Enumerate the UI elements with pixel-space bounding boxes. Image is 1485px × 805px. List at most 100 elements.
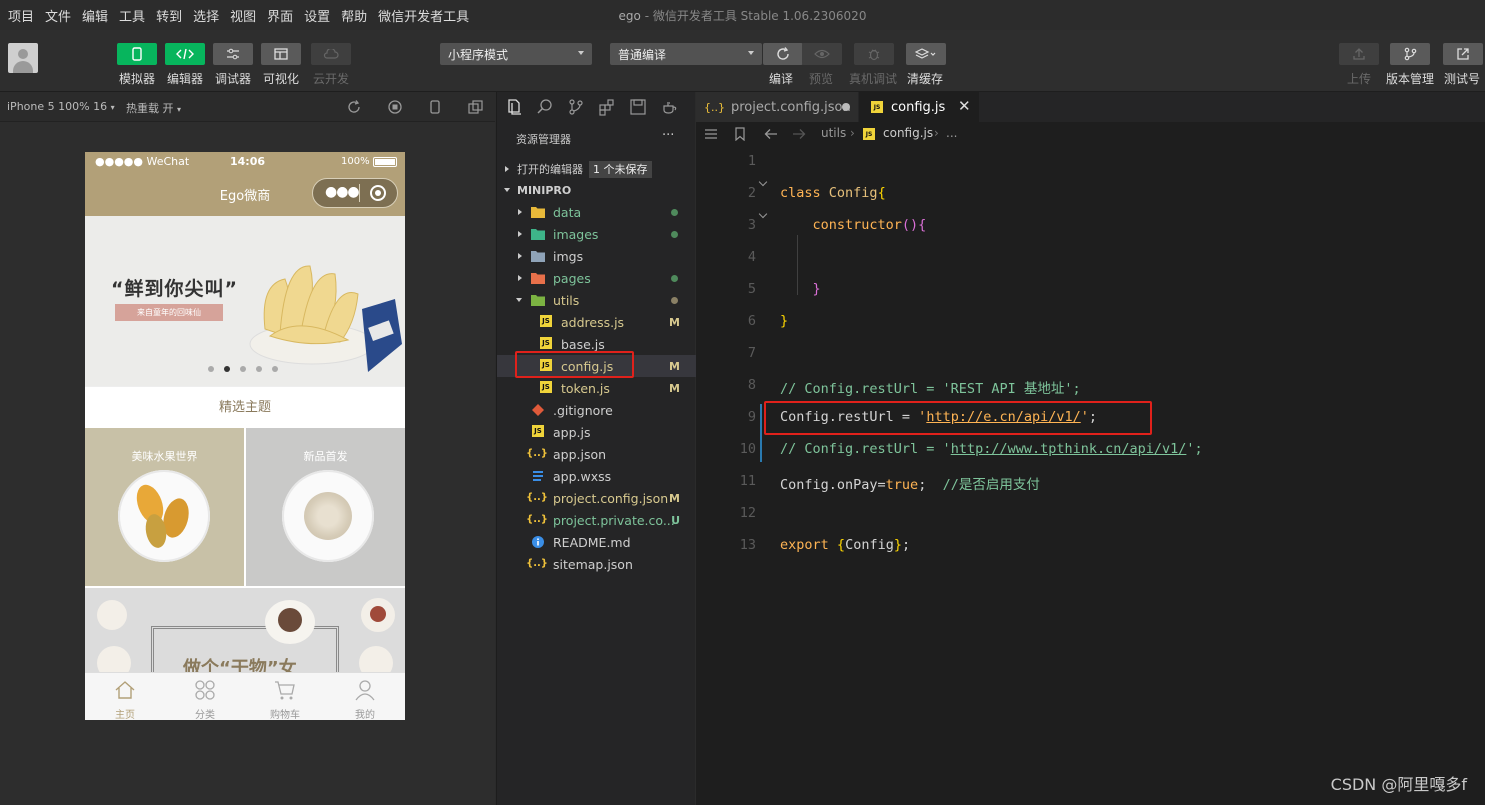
arrow-left-icon[interactable] [764, 128, 778, 140]
tab-config-js[interactable]: JS config.js ✕ [859, 92, 979, 122]
mode-select[interactable]: 小程序模式 [440, 43, 592, 65]
git-status-badge: U [671, 513, 680, 527]
close-mini-program-icon[interactable] [370, 185, 386, 201]
tree-item-label: base.js [561, 336, 605, 352]
tree-item[interactable]: images [497, 223, 696, 245]
fold-chevron-icon[interactable] [758, 209, 768, 219]
git-status-dot [671, 274, 678, 282]
code-line[interactable]: export {Config}; [780, 537, 910, 553]
tree-item-label: data [553, 204, 582, 220]
tree-item[interactable]: utils [497, 289, 696, 311]
simulator-button[interactable] [117, 43, 157, 65]
tab-project-config[interactable]: {..} project.config.json [696, 92, 858, 122]
clear-cache-button[interactable] [906, 43, 946, 65]
tree-item[interactable]: pages [497, 267, 696, 289]
version-button[interactable] [1390, 43, 1430, 65]
tree-item[interactable]: {..} sitemap.json [497, 553, 696, 575]
extensions-icon[interactable] [598, 98, 616, 116]
tree-item[interactable]: JS app.js [497, 421, 696, 443]
tab-category[interactable]: 分类 [165, 673, 245, 720]
code-line[interactable]: // Config.restUrl = 'http://www.tpthink.… [780, 441, 1203, 457]
banner-carousel[interactable]: “鲜到你尖叫” 来自童年的回味仙 [85, 216, 405, 386]
window-title-suffix: - 微信开发者工具 Stable 1.06.2306020 [640, 9, 867, 23]
tree-item[interactable]: {..} project.private.co... U [497, 509, 696, 531]
tab-label: 我的 [355, 710, 375, 720]
tree-item[interactable]: data [497, 201, 696, 223]
phone-icon[interactable] [429, 100, 441, 114]
external-link-icon [1457, 48, 1469, 60]
debugger-button[interactable] [213, 43, 253, 65]
cloud-button[interactable] [311, 43, 351, 65]
tab-label: project.config.json [731, 99, 851, 115]
promo-banner[interactable]: 做个“干物”女 [85, 588, 405, 674]
tree-item[interactable]: app.wxss [497, 465, 696, 487]
code-line[interactable]: } [780, 313, 788, 329]
list-icon[interactable] [704, 128, 718, 140]
capsule-menu[interactable]: ●●● [312, 178, 398, 208]
search-icon[interactable] [536, 98, 554, 116]
open-editors-section[interactable]: 打开的编辑器 1 个未保存 [497, 158, 696, 180]
preview-button[interactable] [802, 43, 842, 65]
tab-profile[interactable]: 我的 [325, 673, 405, 720]
chevron-down-icon: ▾ [110, 103, 115, 112]
clear-cache-label: 清缓存 [907, 72, 944, 86]
chevron-right-icon [518, 209, 522, 215]
window-title: ego - 微信开发者工具 Stable 1.06.2306020 [0, 7, 1485, 24]
code-line[interactable]: // Config.restUrl = 'REST API 基地址'; [780, 377, 1081, 397]
bug-icon [868, 49, 880, 61]
compile-button[interactable] [763, 43, 803, 65]
editor-button[interactable] [165, 43, 205, 65]
theme-card-new[interactable]: 新品首发 [246, 428, 405, 586]
layers-icon [915, 48, 936, 59]
tree-item[interactable]: {..} project.config.json M [497, 487, 696, 509]
js-file-icon: JS [540, 337, 552, 349]
test-account-button[interactable] [1443, 43, 1483, 65]
tree-item[interactable]: {..} app.json [497, 443, 696, 465]
save-icon[interactable] [629, 98, 647, 116]
tree-item[interactable]: README.md [497, 531, 696, 553]
code-line[interactable]: class Config{ [780, 185, 886, 201]
code-line[interactable]: } [780, 281, 821, 297]
folder-icon [531, 227, 545, 240]
fold-chevron-icon[interactable] [758, 177, 768, 187]
refresh-icon[interactable] [347, 100, 361, 114]
menu-bar: 项目 文件 编辑 工具 转到 选择 视图 界面 设置 帮助 微信开发者工具 ego - 微信开发者工… [0, 0, 1485, 30]
teapot-icon[interactable] [660, 98, 678, 116]
real-debug-button[interactable] [854, 43, 894, 65]
tree-item[interactable]: .gitignore [497, 399, 696, 421]
tree-item-label: app.json [553, 446, 607, 462]
upload-button[interactable] [1339, 43, 1379, 65]
user-avatar[interactable] [8, 43, 38, 73]
tree-item[interactable]: JS address.js M [497, 311, 696, 333]
tree-item-label: project.private.co... [553, 512, 675, 528]
compile-mode-select[interactable]: 普通编译 [610, 43, 762, 65]
snack-image [249, 265, 402, 372]
visual-button[interactable] [261, 43, 301, 65]
line-number: 11 [739, 473, 756, 489]
tab-home[interactable]: 主页 [85, 673, 165, 720]
breadcrumb-file[interactable]: config.js [883, 126, 933, 140]
device-select[interactable]: iPhone 5 100% 16 ▾ [7, 100, 115, 113]
tree-item[interactable]: JS token.js M [497, 377, 696, 399]
js-file-icon: JS [540, 381, 552, 393]
breadcrumb-more[interactable]: ... [946, 126, 957, 140]
code-line[interactable]: Config.onPay=true; //是否启用支付 [780, 473, 1040, 493]
tab-cart[interactable]: 购物车 [245, 673, 325, 720]
arrow-right-icon[interactable] [792, 128, 806, 140]
code-line[interactable]: constructor(){ [780, 217, 927, 233]
close-icon[interactable]: ✕ [958, 97, 971, 115]
source-control-icon[interactable] [567, 98, 585, 116]
breadcrumb-folder[interactable]: utils [821, 126, 846, 140]
project-section[interactable]: MINIPRO [497, 179, 696, 201]
bookmark-icon[interactable] [734, 127, 746, 141]
stop-icon[interactable] [388, 100, 402, 114]
unsaved-dot-icon [842, 103, 850, 111]
explorer-more-button[interactable]: ··· [662, 128, 674, 143]
detach-window-icon[interactable] [468, 100, 483, 114]
theme-card-fruit[interactable]: 美味水果世界 [85, 428, 244, 586]
more-dots-icon[interactable]: ●●● [325, 184, 360, 200]
tree-item-label: .gitignore [553, 402, 613, 418]
tree-item[interactable]: imgs [497, 245, 696, 267]
hot-reload-select[interactable]: 热重载 开 ▾ [126, 100, 181, 116]
files-icon[interactable] [505, 98, 523, 116]
